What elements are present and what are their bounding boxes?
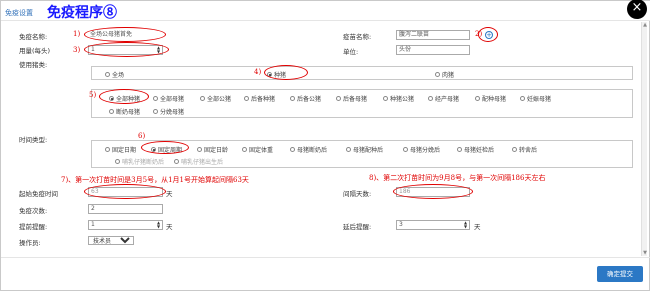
radio-icon bbox=[403, 147, 408, 152]
annotation-1: 1) bbox=[73, 30, 81, 38]
time-type-option[interactable]: 母猪断奶后 bbox=[290, 145, 327, 154]
unit-field[interactable]: 头份 bbox=[396, 45, 470, 55]
vaccine-name-field[interactable]: 腹泻二联苗 bbox=[396, 30, 470, 40]
breeding-option[interactable]: 种猪公猪 bbox=[383, 94, 414, 103]
scroll-up-icon[interactable]: ▲ bbox=[642, 22, 648, 28]
annotation-7: 7)、第一次打苗时间是3月5号，从1月1号开始算起间隔63天 bbox=[61, 176, 249, 184]
radio-icon bbox=[105, 72, 110, 77]
radio-icon bbox=[290, 147, 295, 152]
advance-remind-unit: 天 bbox=[166, 223, 173, 231]
dialog-title: 免疫设置 bbox=[5, 9, 33, 17]
immune-count-label: 免疫次数: bbox=[19, 207, 48, 215]
footer-divider bbox=[1, 257, 650, 258]
start-time-unit: 天 bbox=[166, 190, 173, 198]
time-type-option[interactable]: 母猪配种后 bbox=[346, 145, 383, 154]
annotation-oval-8 bbox=[393, 184, 473, 199]
stepper-icon[interactable]: ▲ ▼ bbox=[156, 221, 161, 229]
radio-icon bbox=[200, 96, 205, 101]
annotation-6: 6) bbox=[138, 132, 146, 140]
breeding-options-group: 全部种猪 全部母猪 全部公猪 后备种猪 后备公猪 后备母猪 种猪公猪 经产母猪 … bbox=[91, 89, 633, 118]
radio-icon bbox=[457, 147, 462, 152]
time-type-option[interactable]: 固定体重 bbox=[242, 145, 273, 154]
unit-label: 单位: bbox=[343, 48, 359, 56]
delay-remind-value: 3 bbox=[399, 221, 403, 228]
radio-icon bbox=[174, 159, 179, 164]
title-bar: 免疫设置 免疫程序⑧ bbox=[1, 1, 650, 21]
annotation-5: 5) bbox=[89, 91, 97, 99]
breeding-option[interactable]: 配种母猪 bbox=[475, 94, 506, 103]
immune-name-label: 免疫名称: bbox=[19, 33, 48, 41]
advance-remind-label: 提前提醒: bbox=[19, 223, 48, 231]
close-button[interactable]: × bbox=[627, 0, 647, 19]
annotation-oval-4 bbox=[264, 65, 308, 80]
time-type-option[interactable]: 母猪妊检后 bbox=[457, 145, 494, 154]
interval-label: 间隔天数: bbox=[343, 190, 372, 198]
radio-icon bbox=[105, 147, 110, 152]
time-type-option-disabled: 哺乳仔猪断奶后 bbox=[115, 157, 164, 166]
breeding-option[interactable]: 全部母猪 bbox=[153, 94, 184, 103]
radio-icon bbox=[428, 96, 433, 101]
scroll-down-icon[interactable]: ▼ bbox=[642, 250, 648, 256]
radio-icon bbox=[242, 147, 247, 152]
stepper-icon[interactable]: ▲ ▼ bbox=[463, 221, 468, 229]
vaccine-name-label: 疫苗名称: bbox=[343, 33, 372, 41]
radio-icon bbox=[290, 96, 295, 101]
radio-icon bbox=[336, 96, 341, 101]
radio-icon bbox=[520, 96, 525, 101]
breeding-option[interactable]: 后备公猪 bbox=[290, 94, 321, 103]
radio-icon bbox=[475, 96, 480, 101]
advance-remind-field[interactable]: 1 ▲ ▼ bbox=[88, 220, 163, 230]
dosage-label: 用量(每头) bbox=[19, 47, 51, 55]
immune-settings-dialog: 免疫设置 免疫程序⑧ × ▲ ▼ 免疫名称: 1) 全场公母猪首免 疫苗名称: … bbox=[0, 0, 650, 291]
time-type-option-disabled: 哺乳仔猪出生后 bbox=[174, 157, 223, 166]
annotation-oval-1 bbox=[84, 27, 166, 42]
radio-icon bbox=[244, 96, 249, 101]
time-type-option[interactable]: 固定日期 bbox=[105, 145, 136, 154]
immune-count-field[interactable]: 2 bbox=[88, 204, 163, 214]
radio-icon bbox=[153, 96, 158, 101]
breeding-option[interactable]: 全部公猪 bbox=[200, 94, 231, 103]
delay-remind-field[interactable]: 3 ▲ ▼ bbox=[396, 220, 470, 230]
operator-label: 操作员: bbox=[19, 239, 41, 247]
annotation-oval-6 bbox=[141, 141, 189, 154]
advance-remind-value: 1 bbox=[91, 221, 95, 228]
annotation-oval-2 bbox=[478, 27, 498, 42]
breeding-option[interactable]: 断奶母猪 bbox=[109, 107, 140, 116]
annotation-oval-7 bbox=[84, 184, 166, 199]
time-type-label: 时间类型: bbox=[19, 136, 48, 144]
radio-icon bbox=[153, 109, 158, 114]
time-type-option[interactable]: 母猪分娩后 bbox=[403, 145, 440, 154]
operator-select[interactable]: 技术员 bbox=[88, 236, 134, 245]
breeding-option[interactable]: 分娩母猪 bbox=[153, 107, 184, 116]
annotation-4: 4) bbox=[254, 68, 262, 76]
radio-fattening-pig[interactable]: 肉猪 bbox=[435, 70, 454, 79]
annotation-3: 3) bbox=[73, 46, 81, 54]
scrollbar[interactable]: ▲ ▼ bbox=[641, 22, 647, 256]
breeding-option[interactable]: 妊娠母猪 bbox=[520, 94, 551, 103]
radio-icon bbox=[383, 96, 388, 101]
radio-icon bbox=[109, 109, 114, 114]
immune-program-heading: 免疫程序⑧ bbox=[47, 5, 117, 21]
annotation-oval-3 bbox=[84, 42, 169, 57]
annotation-oval-5 bbox=[99, 89, 149, 104]
breeding-option[interactable]: 后备种猪 bbox=[244, 94, 275, 103]
radio-icon bbox=[115, 159, 120, 164]
time-type-option[interactable]: 固定日龄 bbox=[197, 145, 228, 154]
pig-type-group: 全场 种猪 肉猪 bbox=[91, 66, 633, 80]
radio-icon bbox=[197, 147, 202, 152]
time-type-option[interactable]: 转舍后 bbox=[512, 145, 537, 154]
annotation-8: 8)、第二次打苗时间为9月8号，与第一次间隔186天左右 bbox=[369, 174, 546, 182]
confirm-submit-button[interactable]: 确定提交 bbox=[597, 266, 643, 282]
radio-all-farm[interactable]: 全场 bbox=[105, 70, 124, 79]
start-time-label: 起始免疫时间 bbox=[19, 190, 58, 198]
breeding-option[interactable]: 经产母猪 bbox=[428, 94, 459, 103]
pig-type-label: 使用猪类: bbox=[19, 61, 48, 69]
radio-icon bbox=[346, 147, 351, 152]
delay-remind-unit: 天 bbox=[474, 223, 481, 231]
delay-remind-label: 延后提醒: bbox=[343, 223, 372, 231]
breeding-option[interactable]: 后备母猪 bbox=[336, 94, 367, 103]
radio-icon bbox=[512, 147, 517, 152]
radio-icon bbox=[435, 72, 440, 77]
